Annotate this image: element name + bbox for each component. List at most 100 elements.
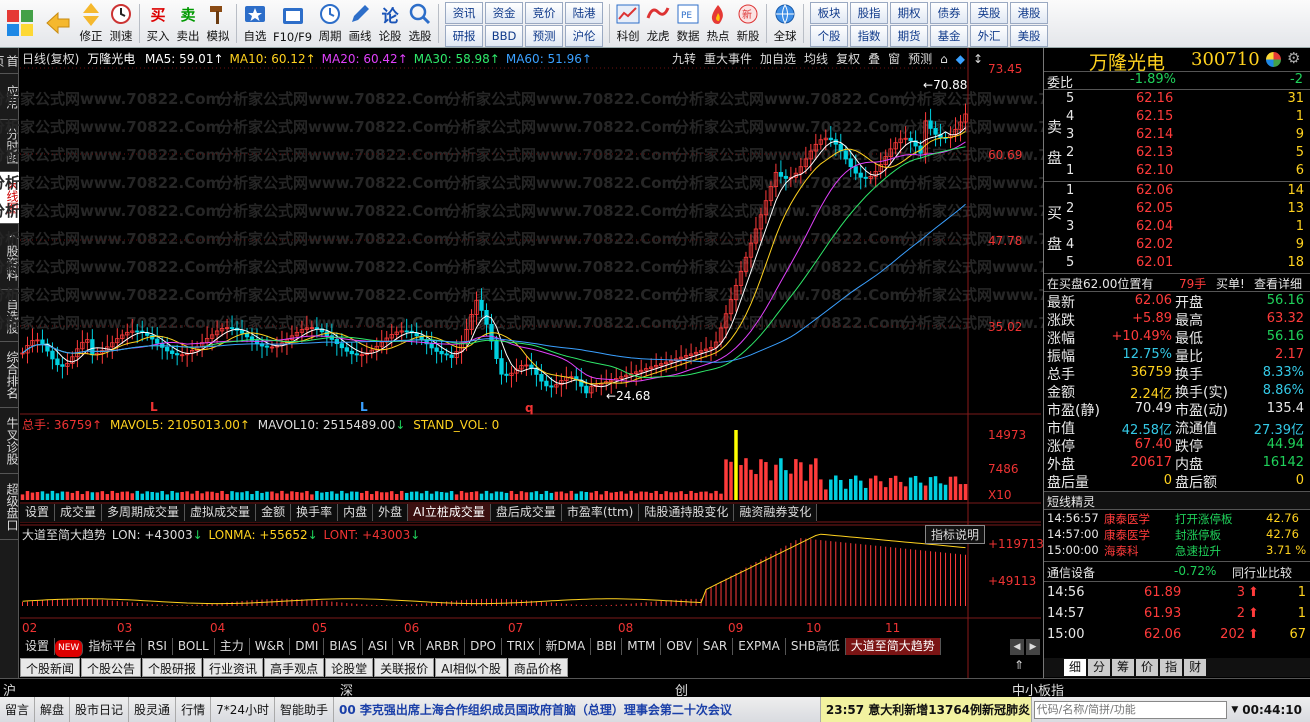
- global-button[interactable]: 全球: [770, 0, 800, 47]
- ask-price-5[interactable]: 62.16: [1136, 91, 1173, 106]
- quick-uk[interactable]: 英股: [970, 2, 1009, 24]
- chart-top-btn-7[interactable]: 预测: [908, 52, 932, 66]
- period-button[interactable]: 周期: [315, 0, 345, 47]
- news-tab-7[interactable]: AI相似个股: [435, 658, 507, 677]
- indicator-tab-3[interactable]: 虚拟成交量: [185, 504, 257, 521]
- indicator-tab-5[interactable]: 换手率: [291, 504, 339, 521]
- quote-tab-1[interactable]: 分: [1088, 659, 1111, 676]
- left-tab-0[interactable]: 首页: [0, 48, 19, 74]
- quick-options[interactable]: 期权: [890, 2, 929, 24]
- indicator-help-button[interactable]: 指标说明: [925, 525, 986, 544]
- quick-hk-stocks[interactable]: 港股: [1010, 2, 1049, 24]
- indicator-tab-4[interactable]: 金额: [256, 504, 292, 521]
- formula-tab-13[interactable]: TRIX: [502, 638, 541, 655]
- left-tab-4[interactable]: 个股资料: [0, 224, 19, 290]
- formula-tab-14[interactable]: 新DMA: [540, 638, 592, 655]
- speedtest-button[interactable]: 测速: [106, 0, 136, 47]
- status-item-6[interactable]: 智能助手: [275, 697, 334, 722]
- bid-price-1[interactable]: 62.06: [1136, 183, 1173, 198]
- quick-news[interactable]: 资讯: [445, 2, 484, 24]
- indicator-tab-6[interactable]: 内盘: [338, 504, 374, 521]
- news-tab-8[interactable]: 商品价格: [507, 658, 568, 677]
- chart-top-btn-0[interactable]: 九转: [672, 52, 696, 66]
- formula-tab-19[interactable]: EXPMA: [733, 638, 786, 655]
- quick-forex[interactable]: 外汇: [970, 25, 1009, 47]
- left-tab-6[interactable]: 综合排名: [0, 342, 19, 408]
- quick-index-futures[interactable]: 股指: [850, 2, 889, 24]
- short-line-name-0[interactable]: 康泰医学: [1104, 511, 1150, 527]
- quote-tab-4[interactable]: 指: [1160, 659, 1183, 676]
- app-logo[interactable]: [0, 0, 40, 47]
- nav-up-down[interactable]: 修正: [76, 0, 106, 47]
- quick-bbd[interactable]: BBD: [485, 25, 524, 47]
- quick-funds[interactable]: 资金: [485, 2, 524, 24]
- formula-tab-3[interactable]: RSI: [142, 638, 173, 655]
- formula-tab-5[interactable]: 主力: [215, 638, 250, 655]
- quick-fund[interactable]: 基金: [930, 25, 969, 47]
- news-tab-1[interactable]: 个股公告: [81, 658, 142, 677]
- quick-research[interactable]: 研报: [445, 25, 484, 47]
- formula-tab-9[interactable]: ASI: [363, 638, 394, 655]
- bid-price-5[interactable]: 62.01: [1136, 255, 1173, 270]
- short-line-name-1[interactable]: 康泰医学: [1104, 527, 1150, 543]
- formula-tab-12[interactable]: DPO: [465, 638, 502, 655]
- simulate-button[interactable]: 模拟: [203, 0, 233, 47]
- panel-up-arrow-icon[interactable]: ⇑: [1014, 658, 1024, 672]
- new-stock-button[interactable]: 新 新股: [733, 0, 763, 47]
- bid-price-2[interactable]: 62.05: [1136, 201, 1173, 216]
- left-tab-8[interactable]: 超级盘口: [0, 474, 19, 540]
- formula-tab-10[interactable]: VR: [393, 638, 421, 655]
- select-stock-button[interactable]: 选股: [405, 0, 435, 47]
- formula-tab-15[interactable]: BBI: [591, 638, 623, 655]
- quick-stock[interactable]: 个股: [810, 25, 849, 47]
- status-item-0[interactable]: 留言: [0, 697, 36, 722]
- chart-top-btn-5[interactable]: 叠: [868, 52, 880, 66]
- formula-tab-2[interactable]: 指标平台: [83, 638, 143, 655]
- formula-tab-7[interactable]: DMI: [290, 638, 325, 655]
- quick-forecast[interactable]: 预测: [525, 25, 564, 47]
- news-tab-4[interactable]: 高手观点: [264, 658, 325, 677]
- indicator-tab-0[interactable]: 设置: [20, 504, 56, 521]
- left-tab-2[interactable]: 分时图: [0, 120, 19, 172]
- settings-gear-icon[interactable]: ⚙: [1287, 49, 1300, 67]
- draw-button[interactable]: 画线: [345, 0, 375, 47]
- scroll-left-icon[interactable]: ◀: [1010, 639, 1024, 655]
- pie-chart-icon[interactable]: [1266, 52, 1281, 67]
- chart-top-btn-2[interactable]: 加自选: [760, 52, 796, 66]
- ask-price-1[interactable]: 62.10: [1136, 163, 1173, 178]
- quick-shlon[interactable]: 沪伦: [565, 25, 604, 47]
- formula-tab-6[interactable]: W&R: [250, 638, 291, 655]
- news-ticker-2[interactable]: 23:57 意大利新增13764例新冠肺炎: [820, 697, 1032, 722]
- news-tab-2[interactable]: 个股研报: [142, 658, 203, 677]
- favorites-button[interactable]: 自选: [240, 0, 270, 47]
- f10-button[interactable]: F10/F9: [270, 0, 315, 47]
- quick-sector[interactable]: 板块: [810, 2, 849, 24]
- left-tab-3[interactable]: K线图: [0, 172, 19, 224]
- formula-tab-17[interactable]: OBV: [661, 638, 698, 655]
- formula-tab-8[interactable]: BIAS: [324, 638, 364, 655]
- forum-button[interactable]: 论 论股: [375, 0, 405, 47]
- order-detail-link[interactable]: 查看详细: [1254, 275, 1302, 292]
- left-tab-7[interactable]: 牛叉诊股: [0, 408, 19, 474]
- ask-price-3[interactable]: 62.14: [1136, 127, 1173, 142]
- formula-tab-20[interactable]: SHB高低: [786, 638, 846, 655]
- indicator-tab-11[interactable]: 陆股通持股变化: [639, 504, 735, 521]
- status-item-2[interactable]: 股市日记: [70, 697, 130, 722]
- indicator-tab-8[interactable]: AI立桩成交量: [408, 504, 491, 521]
- quick-index[interactable]: 指数: [850, 25, 889, 47]
- chart-top-btn-4[interactable]: 复权: [836, 52, 860, 66]
- status-item-1[interactable]: 解盘: [35, 697, 71, 722]
- buy-button[interactable]: 买 买入: [143, 0, 173, 47]
- formula-tab-11[interactable]: ARBR: [421, 638, 466, 655]
- indicator-tab-2[interactable]: 多周期成交量: [102, 504, 186, 521]
- bid-price-3[interactable]: 62.04: [1136, 219, 1173, 234]
- left-tab-1[interactable]: 应用: [0, 74, 19, 120]
- quote-tab-5[interactable]: 财: [1184, 659, 1207, 676]
- formula-tab-0[interactable]: 设置: [20, 638, 56, 655]
- indicator-tab-10[interactable]: 市盈率(ttm): [562, 504, 640, 521]
- news-tab-5[interactable]: 论股堂: [325, 658, 374, 677]
- news-tab-0[interactable]: 个股新闻: [20, 658, 81, 677]
- indicator-tab-12[interactable]: 融资融券变化: [734, 504, 818, 521]
- chart-top-btn-3[interactable]: 均线: [804, 52, 828, 66]
- left-tab-5[interactable]: 自选股: [0, 290, 19, 342]
